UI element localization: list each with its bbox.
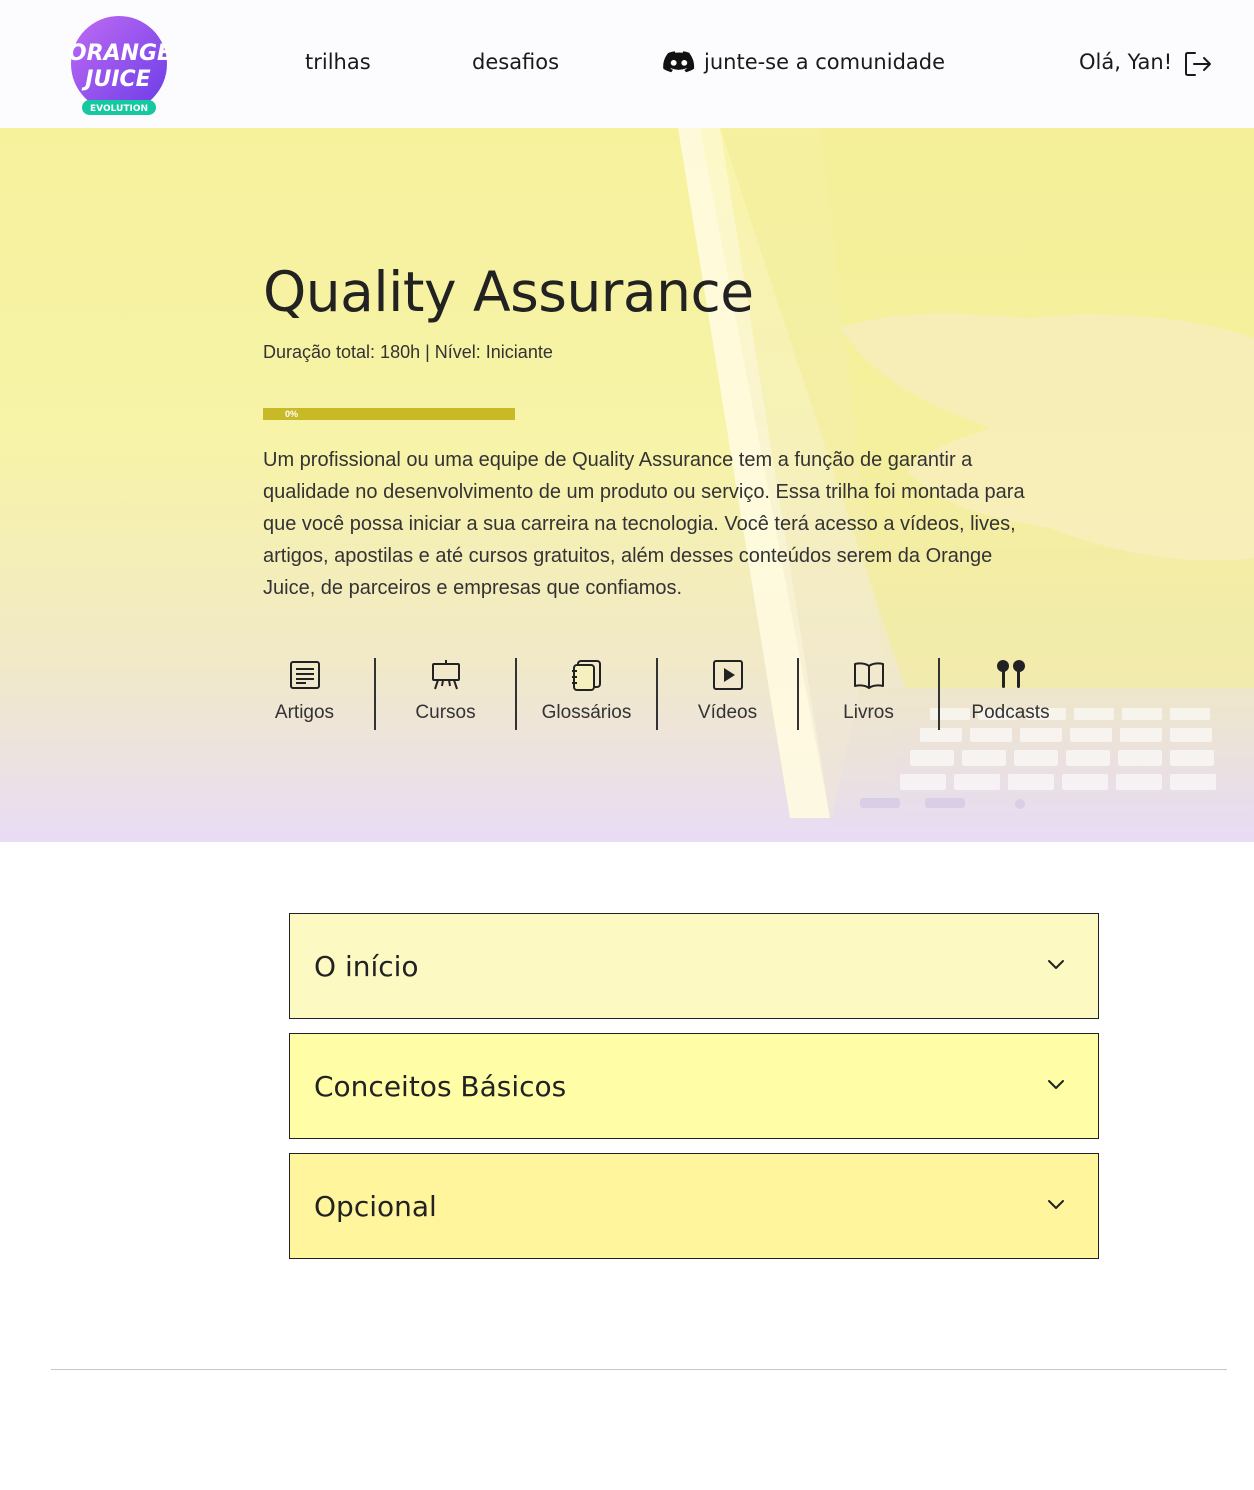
notebook-icon [571,660,601,691]
user-greeting: Olá, Yan! [1079,50,1173,74]
section-opcional[interactable]: Opcional [289,1153,1099,1259]
nav-community-label: junte-se a comunidade [704,50,946,74]
section-title: O início [314,950,419,983]
chevron-down-icon[interactable] [1046,958,1066,972]
chevron-down-icon[interactable] [1046,1078,1066,1092]
open-book-icon [853,662,884,689]
play-icon [712,660,743,690]
category-cursos[interactable]: Cursos [376,658,517,730]
footer-divider [51,1369,1227,1370]
category-livros[interactable]: Livros [799,658,940,730]
orange-juice-logo[interactable]: ORANGE JUICE EVOLUTION [70,16,168,116]
category-label: Podcasts [971,702,1050,723]
category-label: Livros [843,702,894,723]
category-artigos[interactable]: Artigos [235,658,376,730]
top-navbar: ORANGE JUICE EVOLUTION trilhas desafios … [0,0,1254,128]
nav-trilhas-link[interactable]: trilhas [305,50,371,74]
category-label: Vídeos [697,702,758,723]
presentation-board-icon [431,660,460,690]
category-glossarios[interactable]: Glossários [517,658,658,730]
category-podcasts[interactable]: Podcasts [940,658,1081,730]
section-o-inicio[interactable]: O início [289,913,1099,1019]
logo-text-line2: JUICE [81,67,150,92]
track-meta: Duração total: 180h | Nível: Iniciante [263,342,553,362]
section-title: Conceitos Básicos [314,1070,567,1103]
track-description: Um profissional ou uma equipe de Quality… [263,449,1025,599]
discord-icon [663,51,695,73]
earbuds-icon [996,660,1025,688]
track-progress-bar: 0% [263,408,515,420]
logo-tag: EVOLUTION [90,104,148,114]
section-conceitos-basicos[interactable]: Conceitos Básicos [289,1033,1099,1139]
category-label: Cursos [415,702,476,723]
article-icon [289,661,320,689]
logo-text-line1: ORANGE [70,41,168,66]
track-title: Quality Assurance [263,260,754,324]
content-categories: Artigos Cursos Glossários Vídeos Livros … [235,658,1081,730]
progress-label: 0% [285,409,299,419]
nav-desafios-link[interactable]: desafios [472,50,559,74]
chevron-down-icon[interactable] [1046,1198,1066,1212]
section-title: Opcional [314,1190,437,1223]
category-label: Glossários [541,702,632,723]
track-hero: Quality Assurance Duração total: 180h | … [0,128,1254,842]
nav-community-link[interactable]: junte-se a comunidade [663,50,945,74]
category-label: Artigos [274,702,335,723]
logout-icon[interactable] [1183,50,1213,78]
category-videos[interactable]: Vídeos [658,658,799,730]
